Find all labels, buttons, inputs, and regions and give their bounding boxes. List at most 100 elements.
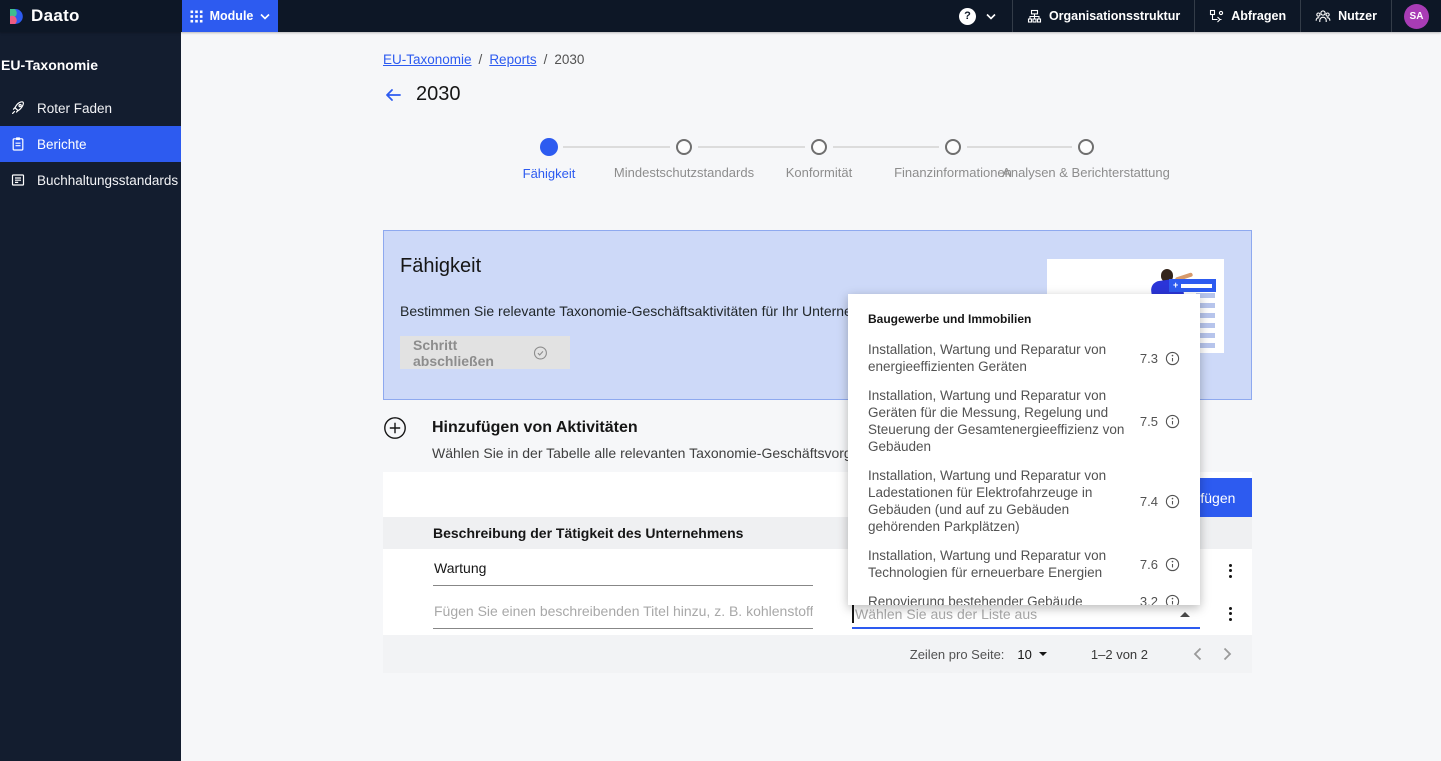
requests-label: Abfragen <box>1231 9 1287 23</box>
dropdown-group-label: Baugewerbe und Immobilien <box>868 312 1032 326</box>
user-avatar[interactable]: SA <box>1404 3 1429 29</box>
checkmark-circle-icon <box>534 345 548 360</box>
breadcrumb-current: 2030 <box>554 52 585 67</box>
previous-page-button[interactable] <box>1182 639 1212 669</box>
daato-logo: Daato <box>8 0 80 32</box>
complete-step-button[interactable]: Schritt abschließen <box>400 336 570 369</box>
activity-code: 7.6 <box>1139 556 1158 572</box>
org-structure-label: Organisationsstruktur <box>1048 9 1181 23</box>
help-menu-button[interactable]: ? <box>943 0 1012 32</box>
complete-step-label: Schritt abschließen <box>413 336 494 369</box>
activity-code: 7.5 <box>1139 413 1158 429</box>
top-bar: Daato Module ? Organisationsstruktur Abf… <box>0 0 1441 32</box>
stepper-step-analysen-berichterstattung[interactable]: Analysen & Berichterstattung <box>1001 139 1171 181</box>
module-button[interactable]: Module <box>182 0 278 32</box>
activity-code: 7.3 <box>1139 350 1158 366</box>
chevron-down-icon <box>260 13 270 20</box>
activity-select-placeholder: Wählen Sie aus der Liste aus <box>855 606 1038 622</box>
daato-logo-icon <box>10 8 23 24</box>
breadcrumb-separator: / <box>478 52 483 67</box>
page-title-row: 2030 <box>383 83 461 106</box>
overflow-menu-icon[interactable] <box>1221 604 1239 624</box>
activity-code: 7.4 <box>1139 493 1158 509</box>
dropdown-item-text: Installation, Wartung und Reparatur von … <box>868 468 1107 534</box>
step-indicator-outline <box>676 139 692 155</box>
users-button[interactable]: Nutzer <box>1300 0 1391 32</box>
logo-text: Daato <box>31 6 80 25</box>
rocket-icon <box>12 101 24 114</box>
dropdown-item-text: Installation, Wartung und Reparatur von … <box>868 548 1107 580</box>
step-indicator-filled <box>540 138 558 156</box>
sidebar-item-label: Roter Faden <box>37 100 113 116</box>
caret-down-icon <box>1038 652 1047 656</box>
breadcrumb-link-reports[interactable]: Reports <box>489 52 536 67</box>
activity-dropdown-menu: Baugewerbe und Immobilien Installation, … <box>848 294 1200 605</box>
rows-per-page-select[interactable]: 10 <box>1017 646 1047 662</box>
description-input[interactable] <box>433 555 813 586</box>
requests-button[interactable]: Abfragen <box>1194 0 1300 32</box>
users-label: Nutzer <box>1338 9 1377 23</box>
sidebar: EU-Taxonomie Roter Faden Berichte Buchha… <box>0 32 181 761</box>
chevron-down-icon <box>986 13 996 20</box>
step-indicator-outline <box>1078 139 1094 155</box>
caret-up-icon <box>1180 612 1190 617</box>
dropdown-item-text: Renovierung bestehender Gebäude <box>868 594 1083 605</box>
activity-select[interactable]: Wählen Sie aus der Liste aus <box>852 601 1200 629</box>
dropdown-item[interactable]: Installation, Wartung und Reparatur von … <box>868 341 1180 375</box>
sidebar-module-title: EU-Taxonomie <box>1 57 98 73</box>
sidebar-item-roter-faden[interactable]: Roter Faden <box>0 90 181 126</box>
clipboard-icon <box>12 137 24 151</box>
step-label: Analysen & Berichterstattung <box>1002 165 1170 180</box>
illustration-add-button: + <box>1169 279 1216 292</box>
description-input[interactable] <box>433 598 813 629</box>
catalog-icon <box>11 174 25 186</box>
chevron-right-icon <box>1223 647 1231 661</box>
column-header-description: Beschreibung der Tätigkeit des Unternehm… <box>433 525 744 541</box>
info-icon[interactable] <box>1165 414 1180 429</box>
table-pagination: Zeilen pro Seite: 10 1–2 von 2 <box>383 635 1252 673</box>
dropdown-item[interactable]: Installation, Wartung und Reparatur von … <box>868 387 1180 455</box>
sidebar-item-buchhaltungsstandards[interactable]: Buchhaltungsstandards <box>0 162 181 198</box>
workflow-arrow-icon <box>1210 9 1224 22</box>
dropdown-item[interactable]: Installation, Wartung und Reparatur von … <box>868 467 1180 535</box>
breadcrumb-separator: / <box>543 52 548 67</box>
switcher-grid-icon <box>190 10 203 22</box>
overflow-menu-icon[interactable] <box>1221 561 1239 581</box>
chevron-left-icon <box>1193 647 1201 661</box>
text-cursor <box>852 605 854 623</box>
dropdown-item-text: Installation, Wartung und Reparatur von … <box>868 342 1107 374</box>
sidebar-item-label: Buchhaltungsstandards <box>37 172 179 188</box>
app-window: Daato Module ? Organisationsstruktur Abf… <box>0 0 1441 761</box>
activities-section-title: Hinzufügen von Aktivitäten <box>432 419 638 436</box>
activity-code: 3.2 <box>1139 594 1158 605</box>
step-indicator-outline <box>945 139 961 155</box>
breadcrumb-link-eu-taxonomie[interactable]: EU-Taxonomie <box>383 52 472 67</box>
rows-per-page-label: Zeilen pro Seite: <box>909 646 1005 662</box>
org-chart-icon <box>1027 9 1041 23</box>
dropdown-item[interactable]: Installation, Wartung und Reparatur von … <box>868 547 1180 581</box>
pagination-range: 1–2 von 2 <box>1090 646 1148 662</box>
info-icon[interactable] <box>1165 351 1180 366</box>
avatar-container: SA <box>1391 0 1441 32</box>
dropdown-item-text: Installation, Wartung und Reparatur von … <box>868 388 1125 454</box>
capability-panel-title: Fähigkeit <box>400 255 482 277</box>
users-group-icon <box>1315 9 1331 22</box>
page-title: 2030 <box>416 83 461 105</box>
top-bar-actions: ? Organisationsstruktur Abfragen Nutzer … <box>943 0 1441 32</box>
help-icon: ? <box>958 7 976 25</box>
sidebar-item-berichte[interactable]: Berichte <box>0 126 181 162</box>
capability-panel-description: Bestimmen Sie relevante Taxonomie-Geschä… <box>400 303 887 319</box>
breadcrumb: EU-Taxonomie / Reports / 2030 <box>383 52 584 67</box>
module-button-label: Module <box>209 9 254 23</box>
dropdown-item[interactable]: Renovierung bestehender Gebäude 3.2 <box>868 593 1180 605</box>
step-indicator-outline <box>811 139 827 155</box>
info-icon[interactable] <box>1165 594 1180 605</box>
back-arrow-icon[interactable] <box>383 85 403 105</box>
org-structure-button[interactable]: Organisationsstruktur <box>1011 0 1194 32</box>
add-circle-icon <box>384 417 406 439</box>
rows-per-page-value: 10 <box>1017 646 1032 662</box>
info-icon[interactable] <box>1165 557 1180 572</box>
info-icon[interactable] <box>1165 494 1180 509</box>
next-page-button[interactable] <box>1212 639 1242 669</box>
sidebar-item-label: Berichte <box>37 136 87 152</box>
